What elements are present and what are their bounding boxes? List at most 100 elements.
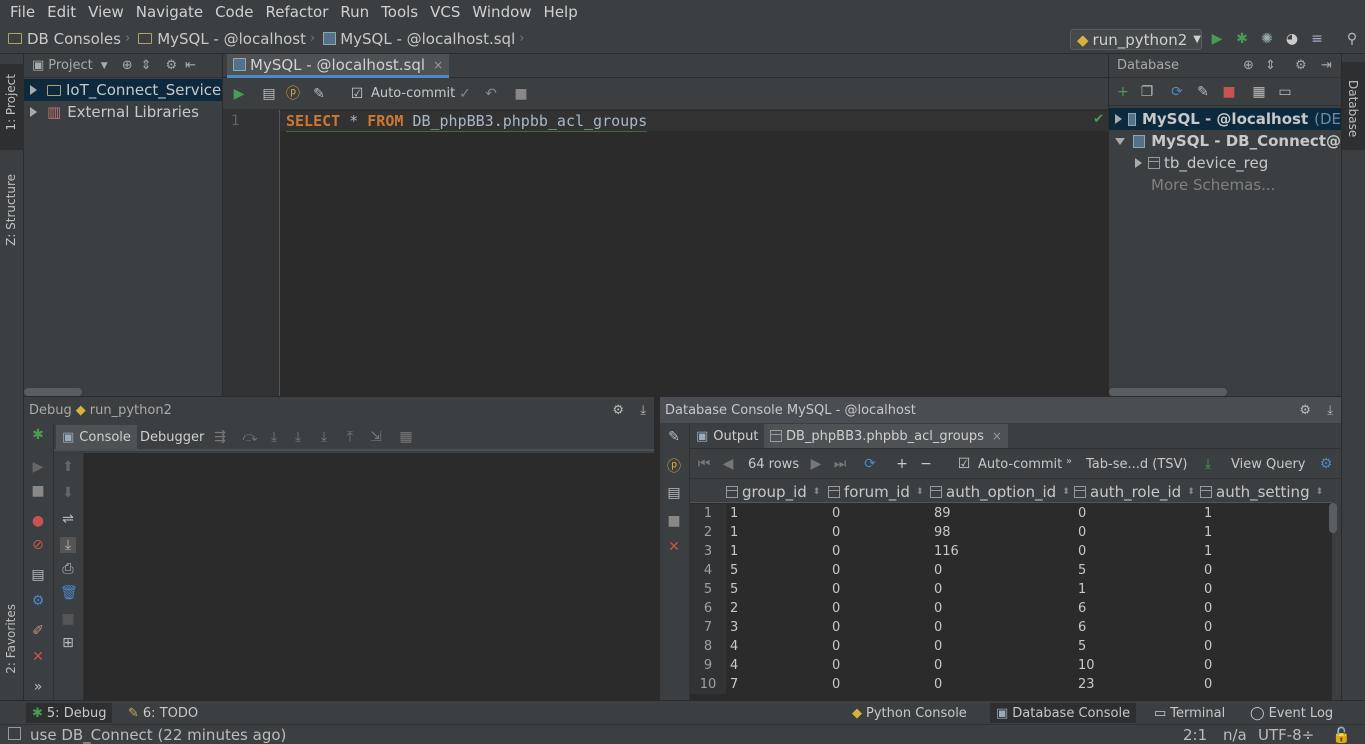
hide-icon[interactable]: ⇥: [1321, 58, 1332, 73]
debug-console-output[interactable]: [84, 453, 654, 701]
tool-tab-database-console[interactable]: ▣ Database Console: [990, 703, 1137, 723]
expand-arrow-icon[interactable]: [30, 85, 37, 95]
table-row[interactable]: 450050: [690, 561, 1326, 580]
database-tool-tab[interactable]: Database: [1346, 80, 1360, 137]
parameters-icon[interactable]: ⓟ: [285, 86, 301, 102]
table-cell[interactable]: 1: [1200, 523, 1326, 542]
close-icon[interactable]: ✕: [666, 539, 682, 555]
table-cell[interactable]: 0: [828, 618, 930, 637]
debug-icon[interactable]: ✱: [1234, 31, 1250, 47]
project-tool-tab[interactable]: 1: Project: [4, 74, 18, 131]
table-cell[interactable]: 0: [828, 523, 930, 542]
current-line[interactable]: SELECT * FROM DB_phpBB3.phpbb_acl_groups…: [280, 111, 1108, 132]
scroll-from-source-icon[interactable]: ⊕: [122, 58, 133, 73]
menu-view[interactable]: View: [82, 0, 130, 24]
coverage-icon[interactable]: ✺: [1259, 31, 1275, 47]
mute-breakpoints-icon[interactable]: ⊘: [30, 537, 46, 553]
table-cell[interactable]: 5: [726, 580, 828, 599]
sort-icon[interactable]: ⬍: [813, 487, 821, 497]
table-cell[interactable]: 0: [828, 561, 930, 580]
horizontal-scrollbar[interactable]: [24, 388, 82, 396]
table-cell[interactable]: 6: [1074, 618, 1200, 637]
pin-icon[interactable]: ✐: [30, 623, 46, 639]
table-row[interactable]: 3 1 0 116 0 1: [690, 542, 1326, 561]
table-cell[interactable]: 0: [1200, 675, 1326, 694]
editor-tab-sql[interactable]: MySQL - @localhost.sql ×: [227, 54, 450, 78]
scroll-to-end-icon[interactable]: ⤓: [60, 537, 76, 553]
table-cell[interactable]: 6: [1074, 599, 1200, 618]
lock-icon[interactable]: 🔓: [1332, 726, 1351, 744]
autocommit-label[interactable]: Auto-commit: [371, 86, 455, 101]
step-out-icon[interactable]: ⤒: [342, 429, 358, 445]
previous-page-icon[interactable]: ◀: [720, 456, 736, 472]
table-cell[interactable]: 0: [1200, 618, 1326, 637]
table-cell[interactable]: 98: [930, 523, 1074, 542]
show-execution-point-icon[interactable]: ⇶: [212, 429, 228, 445]
table-cell[interactable]: 0: [1074, 542, 1200, 561]
expand-arrow-icon[interactable]: [1115, 114, 1122, 124]
stop-icon[interactable]: ■: [666, 513, 682, 529]
table-cell[interactable]: 0: [1200, 561, 1326, 580]
table-cell[interactable]: 0: [828, 542, 930, 561]
file-encoding[interactable]: UTF-8÷: [1258, 726, 1314, 744]
favorites-tool-tab[interactable]: 2: Favorites: [4, 604, 18, 674]
table-cell[interactable]: 0: [930, 599, 1074, 618]
stop-icon[interactable]: ■: [30, 483, 46, 499]
tool-tab-todo[interactable]: ✎ 6: TODO: [122, 703, 204, 723]
status-toggle-icon[interactable]: [8, 727, 21, 740]
settings-icon[interactable]: ✎: [311, 86, 327, 102]
table-cell[interactable]: 0: [930, 637, 1074, 656]
stop-icon[interactable]: ■: [513, 86, 529, 102]
hide-icon[interactable]: ⤓: [640, 403, 646, 418]
profile-icon[interactable]: ◕: [1284, 31, 1300, 47]
delete-row-icon[interactable]: −: [918, 456, 934, 472]
table-cell[interactable]: 7: [726, 675, 828, 694]
execute-icon[interactable]: ▶: [231, 86, 247, 102]
menu-edit[interactable]: Edit: [41, 0, 82, 24]
step-into-icon[interactable]: ⤓: [266, 429, 282, 445]
resume-icon[interactable]: ▶: [30, 459, 46, 475]
horizontal-scrollbar[interactable]: [1109, 388, 1227, 396]
table-row[interactable]: 620060: [690, 599, 1326, 618]
table-row[interactable]: 550010: [690, 580, 1326, 599]
settings-icon[interactable]: ✎: [666, 429, 682, 445]
console-icon[interactable]: ▭: [1277, 84, 1293, 100]
commit-icon[interactable]: ✓: [457, 86, 473, 102]
db-tree-mysql-db-connect[interactable]: MySQL - DB_Connect@: [1109, 130, 1341, 152]
table-cell[interactable]: 0: [1200, 580, 1326, 599]
table-cell[interactable]: 1: [1200, 504, 1326, 523]
table-cell[interactable]: 0: [1200, 637, 1326, 656]
table-cell[interactable]: 23: [1074, 675, 1200, 694]
table-cell[interactable]: 0: [930, 675, 1074, 694]
row-count[interactable]: 64 rows: [748, 457, 799, 472]
sort-icon[interactable]: ⬍: [1316, 487, 1324, 497]
tab-debugger[interactable]: Debugger: [138, 425, 206, 449]
overflow-icon[interactable]: »: [1066, 456, 1072, 467]
table-cell[interactable]: 4: [726, 656, 828, 675]
table-cell[interactable]: 0: [1074, 523, 1200, 542]
table-cell[interactable]: 1: [726, 542, 828, 561]
table-cell[interactable]: 0: [828, 637, 930, 656]
breadcrumb-mysql[interactable]: MySQL - @localhost ›: [138, 30, 319, 48]
menu-navigate[interactable]: Navigate: [130, 0, 209, 24]
menu-vcs[interactable]: VCS: [424, 0, 466, 24]
table-row[interactable]: 2 1 0 98 0 1: [690, 523, 1326, 542]
sort-icon[interactable]: ⬍: [1062, 487, 1070, 497]
table-row[interactable]: 840050: [690, 637, 1326, 656]
add-watch-icon[interactable]: ⊞: [60, 635, 76, 651]
tool-tab-event-log[interactable]: ◯ Event Log: [1244, 703, 1339, 723]
tab-console[interactable]: ▣ Console: [56, 425, 137, 449]
tree-item-external-libraries[interactable]: ▥ External Libraries: [24, 101, 222, 123]
run-to-cursor-icon[interactable]: ⇲: [368, 429, 384, 445]
menu-code[interactable]: Code: [209, 0, 259, 24]
table-row[interactable]: 730060: [690, 618, 1326, 637]
table-cell[interactable]: 1: [726, 504, 828, 523]
next-page-icon[interactable]: ▶: [808, 456, 824, 472]
tool-tab-debug[interactable]: ✱ 5: Debug: [26, 703, 113, 723]
table-cell[interactable]: 0: [828, 599, 930, 618]
sort-icon[interactable]: ⬍: [1187, 487, 1195, 497]
view-query-button[interactable]: View Query: [1231, 457, 1306, 472]
layout-icon[interactable]: ▤: [666, 485, 682, 501]
line-separator[interactable]: n/a: [1223, 726, 1247, 744]
sql-statement[interactable]: SELECT * FROM DB_phpBB3.phpbb_acl_groups: [286, 111, 648, 132]
